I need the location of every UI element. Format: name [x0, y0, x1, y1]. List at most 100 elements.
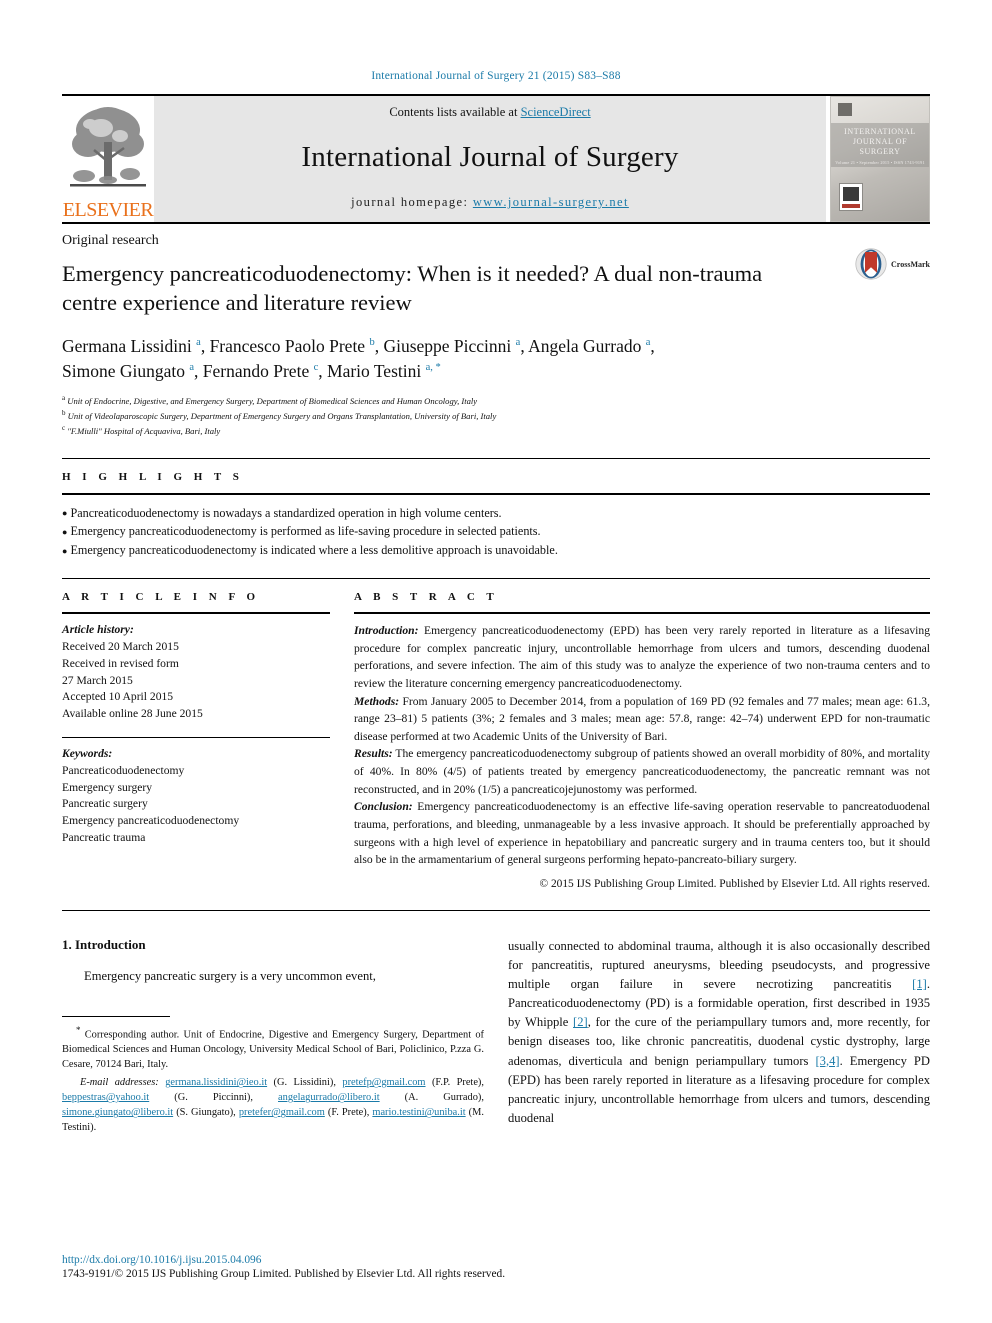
crossmark-label: CrossMark — [891, 259, 930, 269]
history-item: Accepted 10 April 2015 — [62, 690, 174, 704]
keyword-item: Pancreatic trauma — [62, 830, 146, 844]
cover-title: INTERNATIONAL JOURNAL OF SURGERY — [844, 127, 916, 156]
email-link[interactable]: simone.giungato@libero.it — [62, 1107, 173, 1118]
journal-title: International Journal of Surgery — [301, 141, 679, 173]
affiliation-mark: a — [62, 394, 66, 403]
email-addresses-label: E-mail addresses: — [80, 1077, 159, 1089]
doi-link[interactable]: http://dx.doi.org/10.1016/j.ijsu.2015.04… — [62, 1254, 505, 1266]
corresponding-author-footnote: * Corresponding author. Unit of Endocrin… — [62, 1024, 484, 1073]
email-link[interactable]: beppestras@yahoo.it — [62, 1092, 149, 1103]
keywords-label: Keywords: — [62, 747, 113, 760]
article-info-column: A R T I C L E I N F O Article history: R… — [62, 591, 330, 890]
article-info-heading: A R T I C L E I N F O — [62, 591, 260, 604]
article-history-block: Article history: Received 20 March 2015 … — [62, 622, 330, 723]
article-title: Emergency pancreaticoduodenectomy: When … — [62, 261, 763, 316]
journal-homepage-line: journal homepage: www.journal-surgery.ne… — [351, 195, 629, 210]
history-item: Available online 28 June 2015 — [62, 707, 203, 721]
cover-crest-ribbon — [842, 204, 860, 208]
abstract-body: Introduction: Emergency pancreaticoduode… — [354, 622, 930, 869]
affiliation-item: a Unit of Endocrine, Digestive, and Emer… — [62, 393, 930, 408]
abstract-section-label: Introduction: — [354, 624, 419, 638]
keyword-item: Emergency pancreaticoduodenectomy — [62, 814, 240, 828]
cover-crest-shield — [843, 187, 859, 201]
email-person: (A. Gurrado), — [404, 1092, 484, 1104]
abstract-copyright: © 2015 IJS Publishing Group Limited. Pub… — [539, 877, 930, 890]
abstract-paragraph: Introduction: Emergency pancreaticoduode… — [354, 622, 930, 692]
crossmark-badge[interactable]: CrossMark — [855, 248, 930, 280]
citation-ref-2[interactable]: [2] — [573, 1015, 588, 1029]
email-person: (G. Lissidini), — [273, 1077, 336, 1089]
keyword-item: Pancreaticoduodenectomy — [62, 763, 185, 777]
abstract-section-text: The emergency pancreaticoduodenectomy su… — [354, 747, 930, 796]
contents-available-line: Contents lists available at ScienceDirec… — [389, 105, 590, 120]
affiliation-text: Unit of Videolaparoscopic Surgery, Depar… — [67, 410, 497, 421]
cover-subtitle: Volume 21 • September 2015 • ISSN 1743-9… — [835, 160, 925, 165]
journal-band: Contents lists available at ScienceDirec… — [154, 96, 826, 222]
keywords-divider — [62, 737, 330, 738]
email-link[interactable]: pretefp@gmail.com — [342, 1077, 425, 1088]
abstract-section-label: Results: — [354, 747, 393, 761]
intro-text-1: usually connected to abdominal trauma, a… — [508, 938, 930, 992]
highlights-divider — [62, 492, 930, 495]
bullet-icon: ● — [62, 507, 68, 518]
body-column-left: 1. Introduction Emergency pancreatic sur… — [62, 937, 484, 1137]
citation-ref-1[interactable]: [1] — [912, 977, 927, 991]
highlight-text: Emergency pancreaticoduodenectomy is ind… — [70, 543, 558, 558]
author-line-1: Germana Lissidini a, Francesco Paolo Pre… — [62, 335, 655, 356]
journal-homepage-link[interactable]: www.journal-surgery.net — [473, 195, 629, 209]
email-person: (G. Piccinni), — [174, 1092, 253, 1104]
email-link[interactable]: angelagurrado@libero.it — [278, 1092, 380, 1103]
article-type: Original research — [62, 233, 159, 248]
introduction-paragraph-right: usually connected to abdominal trauma, a… — [508, 937, 930, 1128]
highlights-heading: H I G H L I G H T S — [62, 470, 244, 483]
highlight-text: Pancreaticoduodenectomy is nowadays a st… — [70, 505, 502, 520]
abstract-paragraph: Conclusion: Emergency pancreaticoduodene… — [354, 798, 930, 868]
abstract-paragraph: Results: The emergency pancreaticoduoden… — [354, 745, 930, 798]
affiliation-text: Unit of Endocrine, Digestive, and Emerge… — [67, 396, 478, 407]
abstract-divider — [354, 612, 930, 615]
footnote-divider — [62, 1015, 170, 1017]
cover-publisher-icon — [838, 103, 852, 116]
affiliation-item: c "F.Miulli" Hospital of Acquaviva, Bari… — [62, 423, 930, 438]
abstract-section-text: Emergency pancreaticoduodenectomy is an … — [354, 800, 930, 867]
abstract-column: A B S T R A C T Introduction: Emergency … — [354, 591, 930, 890]
abstract-paragraph: Methods: From January 2005 to December 2… — [354, 693, 930, 746]
corresponding-author-text: Corresponding author. Unit of Endocrine,… — [62, 1029, 484, 1071]
highlight-item: ● Pancreaticoduodenectomy is nowadays a s… — [62, 504, 930, 523]
keyword-item: Emergency surgery — [62, 780, 153, 794]
email-link[interactable]: germana.lissidini@ieo.it — [165, 1077, 267, 1088]
journal-masthead: ELSEVIER Contents lists available at Sci… — [62, 94, 930, 222]
introduction-paragraph-left: Emergency pancreatic surgery is a very u… — [84, 968, 376, 983]
info-abstract-section: A R T I C L E I N F O Article history: R… — [62, 578, 930, 890]
elsevier-wordmark: ELSEVIER — [62, 199, 154, 221]
keyword-item: Pancreatic surgery — [62, 797, 148, 811]
history-item: Received 20 March 2015 — [62, 640, 179, 654]
affiliation-item: b Unit of Videolaparoscopic Surgery, Dep… — [62, 408, 930, 423]
sciencedirect-link[interactable]: ScienceDirect — [521, 105, 591, 119]
affiliation-text: "F.Miulli" Hospital of Acquaviva, Bari, … — [67, 425, 221, 436]
email-person: (F. Prete), — [327, 1107, 370, 1119]
highlight-text: Emergency pancreaticoduodenectomy is per… — [70, 524, 541, 539]
body-column-right: usually connected to abdominal trauma, a… — [508, 937, 930, 1137]
email-link[interactable]: mario.testini@uniba.it — [372, 1107, 465, 1118]
homepage-prefix: journal homepage: — [351, 195, 473, 209]
email-link[interactable]: pretefer@gmail.com — [239, 1107, 325, 1118]
email-person: (F.P. Prete), — [431, 1077, 484, 1089]
journal-cover-thumbnail: INTERNATIONAL JOURNAL OF SURGERY Volume … — [830, 96, 930, 222]
affiliation-mark: c — [62, 423, 66, 432]
author-line-2: Simone Giungato a, Fernando Prete c, Mar… — [62, 360, 441, 381]
article-info-divider — [62, 612, 330, 615]
citation-ref-3[interactable]: [3,4] — [815, 1054, 839, 1068]
article-history-label: Article history: — [62, 623, 134, 637]
cover-crest-icon — [839, 183, 863, 211]
abstract-section-label: Methods: — [354, 694, 400, 708]
abstract-section-label: Conclusion: — [354, 800, 413, 814]
affiliation-mark: b — [62, 409, 66, 417]
cover-title-band: INTERNATIONAL JOURNAL OF SURGERY Volume … — [831, 123, 929, 167]
affiliation-list: a Unit of Endocrine, Digestive, and Emer… — [62, 393, 930, 437]
abstract-heading: A B S T R A C T — [354, 591, 499, 604]
page-footer: http://dx.doi.org/10.1016/j.ijsu.2015.04… — [62, 1254, 505, 1280]
highlight-item: ● Emergency pancreaticoduodenectomy is pe… — [62, 522, 930, 541]
keywords-block: Keywords: Pancreaticoduodenectomy Emerge… — [62, 746, 330, 847]
section-heading-introduction: 1. Introduction — [62, 936, 146, 952]
